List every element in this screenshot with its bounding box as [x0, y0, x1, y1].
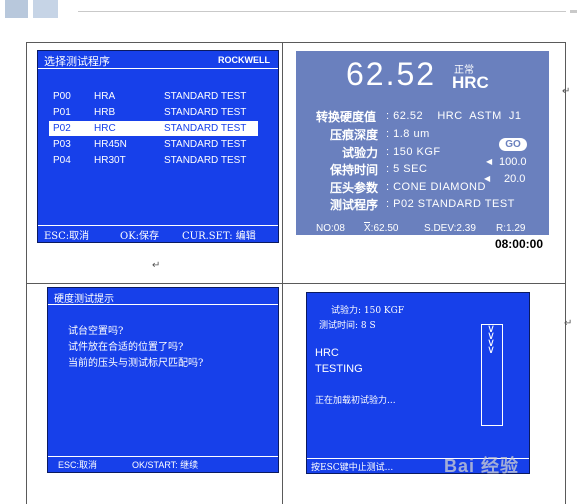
- paragraph-mark: ↵: [564, 318, 573, 329]
- program-row[interactable]: P00 HRA STANDARD TEST: [49, 89, 258, 104]
- result-screen: 62.52 正常 HRC 转换硬度值 : 62.52 HRC ASTM J1 压…: [296, 51, 549, 253]
- clock-time: 08:00:00: [494, 237, 543, 251]
- header-decoration-right: [33, 0, 58, 18]
- stat-count: NO:08: [316, 223, 345, 234]
- upper-limit-arrow-icon: ◀: [486, 157, 493, 166]
- esc-abort-hint: 按ESC键中止测试...: [311, 463, 394, 473]
- upper-limit-value: 100.0: [499, 156, 527, 168]
- table-border-top: [26, 42, 566, 43]
- test-force-value: : 150 KGF: [386, 146, 441, 158]
- esc-cancel-hint: ESC:取消: [44, 231, 90, 242]
- scale-label: HRC: [452, 73, 489, 92]
- table-border-left: [26, 42, 27, 504]
- converted-hardness-value: : 62.52 HRC ASTM J1: [386, 110, 522, 122]
- table-border-right: [565, 42, 566, 504]
- title-divider: [38, 68, 278, 69]
- hardness-value: 62.52: [346, 56, 437, 92]
- program-row[interactable]: P01 HRB STANDARD TEST: [49, 105, 258, 120]
- go-badge: GO: [499, 138, 527, 151]
- loading-message: 正在加载初试验力...: [315, 396, 396, 406]
- program-value: : P02 STANDARD TEST: [386, 198, 515, 210]
- table-border-middle: [26, 283, 566, 284]
- footer-divider: [38, 225, 278, 226]
- program-select-screen: 选择测试程序 ROCKWELL P00 HRA STANDARD TEST P0…: [37, 50, 279, 243]
- paragraph-mark: ↵: [152, 260, 161, 271]
- cur-edit-hint: CUR.SET: 编辑: [182, 231, 256, 242]
- stat-range: R:1.29: [496, 223, 526, 234]
- prompt-line-platform: 试台空置吗?: [68, 326, 124, 337]
- prompt-line-indenter: 当前的压头与测试标尺匹配吗?: [68, 358, 204, 369]
- esc-cancel-hint: ESC:取消: [58, 460, 98, 470]
- header-rule: [78, 11, 566, 12]
- header-dash: [570, 10, 577, 13]
- footer-divider: [48, 456, 278, 457]
- testing-status: TESTING: [315, 363, 363, 375]
- test-time-readout: 测试时间: 8 S: [319, 321, 376, 331]
- prompt-line-position: 试件放在合适的位置了吗?: [68, 342, 184, 353]
- program-label: 测试程序: [330, 198, 379, 212]
- ok-save-hint: OK:保存: [120, 231, 160, 242]
- indent-depth-label: 压痕深度: [330, 128, 379, 142]
- down-chevron-icon: ∨ ∨ ∨ ∨: [486, 323, 496, 356]
- converted-hardness-label: 转换硬度值: [316, 110, 377, 124]
- testing-screen: 试验力: 150 KGF 测试时间: 8 S HRC TESTING 正在加载初…: [306, 292, 530, 474]
- mode-label: ROCKWELL: [218, 55, 270, 65]
- indenter-value: : CONE DIAMOND: [386, 181, 486, 193]
- program-row[interactable]: P03 HR45N STANDARD TEST: [49, 137, 258, 152]
- watermark-logo: Bai 经验: [444, 456, 520, 476]
- program-row-selected[interactable]: P02 HRC STANDARD TEST: [49, 121, 258, 136]
- mean-bar-icon: [364, 222, 370, 223]
- title-divider: [48, 304, 278, 305]
- program-row[interactable]: P04 HR30T STANDARD TEST: [49, 153, 258, 168]
- test-force-readout: 试验力: 150 KGF: [331, 306, 405, 316]
- test-prompt-screen: 硬度测试提示 试台空置吗? 试件放在合适的位置了吗? 当前的压头与测试标尺匹配吗…: [47, 287, 279, 473]
- ok-continue-hint: OK/START: 继续: [132, 460, 199, 470]
- indent-depth-value: : 1.8 um: [386, 128, 430, 140]
- stat-std-dev: S.DEV:2.39: [424, 223, 476, 234]
- paragraph-mark: ↵: [562, 86, 571, 97]
- test-force-label: 试验力: [342, 146, 379, 160]
- screen-title: 硬度测试提示: [54, 294, 114, 305]
- lower-limit-arrow-icon: ◀: [484, 174, 491, 183]
- stat-mean: X:62.50: [364, 223, 399, 234]
- lower-limit-value: 20.0: [504, 173, 526, 185]
- table-border-center: [282, 42, 283, 504]
- hold-time-value: : 5 SEC: [386, 163, 428, 175]
- hold-time-label: 保持时间: [330, 163, 379, 177]
- indenter-label: 压头参数: [330, 181, 379, 195]
- header-decoration-left: [5, 0, 28, 18]
- screen-title: 选择测试程序: [44, 55, 110, 68]
- scale-label: HRC: [315, 347, 339, 359]
